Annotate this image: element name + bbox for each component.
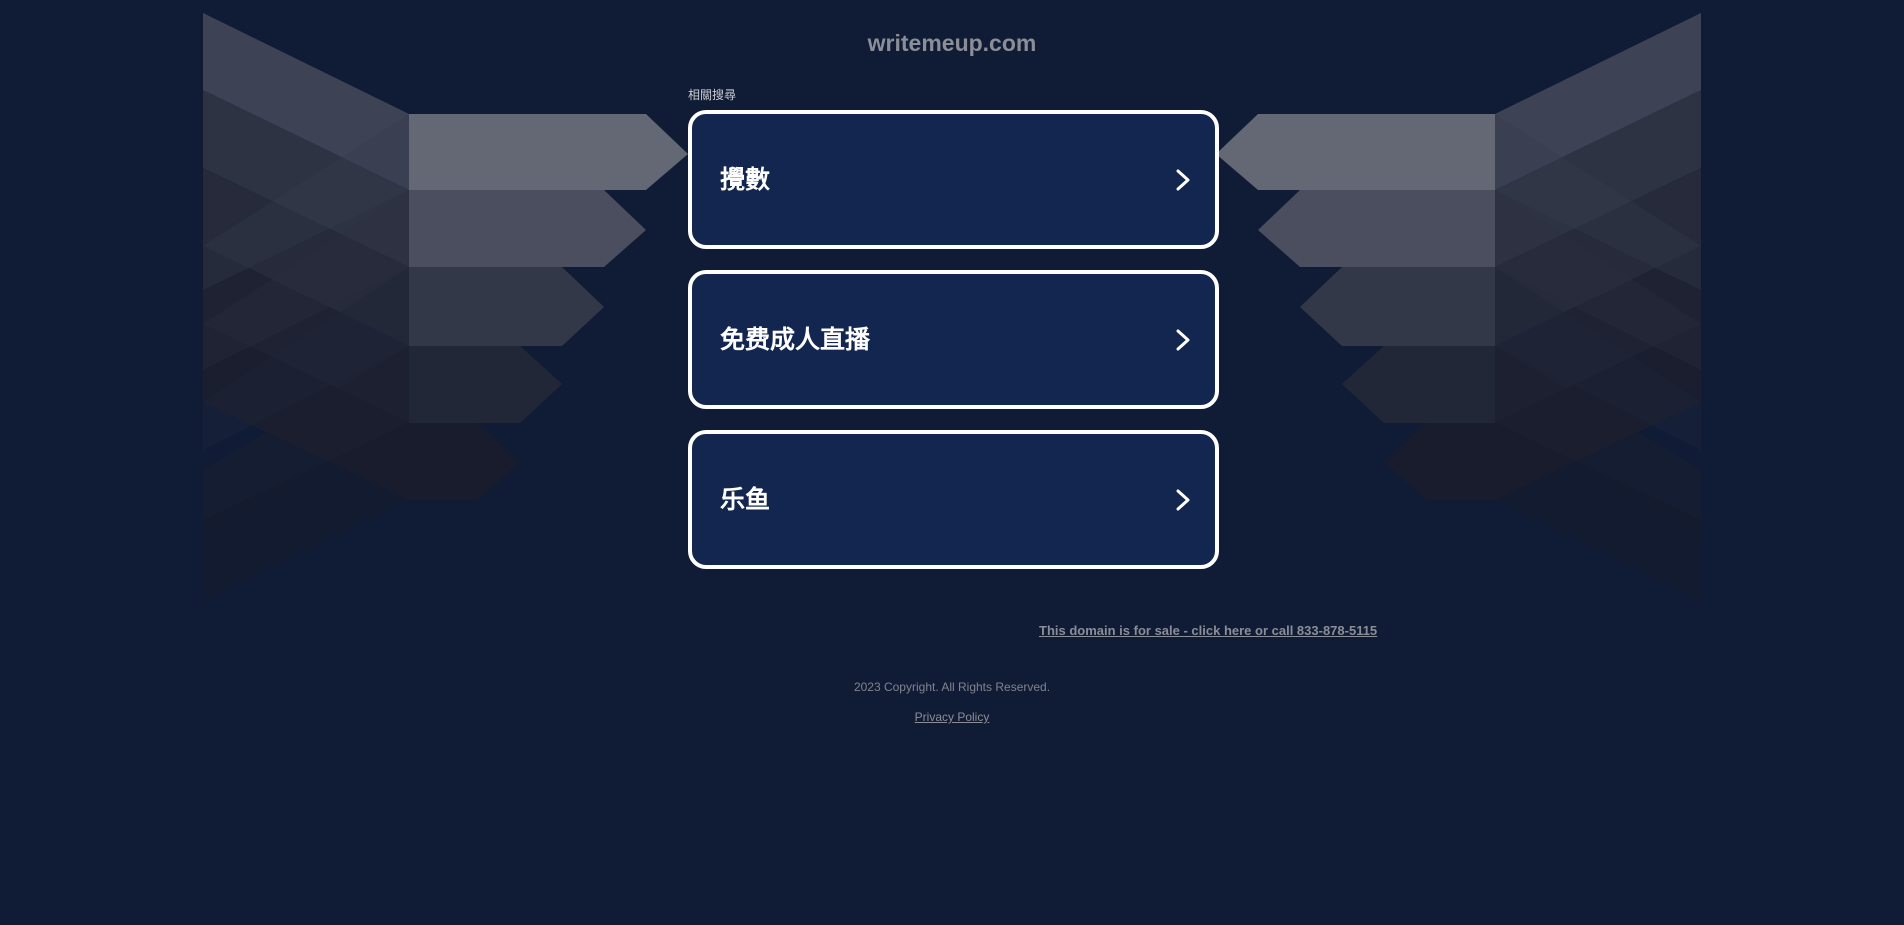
search-result-label: 免费成人直播: [720, 324, 871, 354]
privacy-policy-row: Privacy Policy: [0, 710, 1904, 724]
left-wing-decoration: [203, 13, 688, 600]
search-result-card[interactable]: 攪數: [688, 110, 1219, 249]
chevron-right-icon: [1176, 329, 1190, 350]
parked-domain-page: writemeup.com 相關搜尋 攪數 免费成人直播 乐鱼 This dom…: [0, 0, 1904, 925]
search-result-card[interactable]: 乐鱼: [688, 430, 1219, 569]
related-searches-label: 相關搜尋: [688, 88, 737, 102]
domain-title: writemeup.com: [867, 30, 1037, 56]
domain-for-sale-link[interactable]: This domain is for sale - click here or …: [1039, 623, 1377, 639]
copyright-text: 2023 Copyright. All Rights Reserved.: [853, 680, 1051, 694]
privacy-policy-link[interactable]: Privacy Policy: [915, 710, 990, 724]
search-result-label: 乐鱼: [720, 484, 771, 514]
chevron-right-icon: [1176, 489, 1190, 510]
search-result-card[interactable]: 免费成人直播: [688, 270, 1219, 409]
chevron-right-icon: [1176, 169, 1190, 190]
search-result-label: 攪數: [720, 164, 771, 194]
right-wing-decoration: [1216, 13, 1701, 600]
